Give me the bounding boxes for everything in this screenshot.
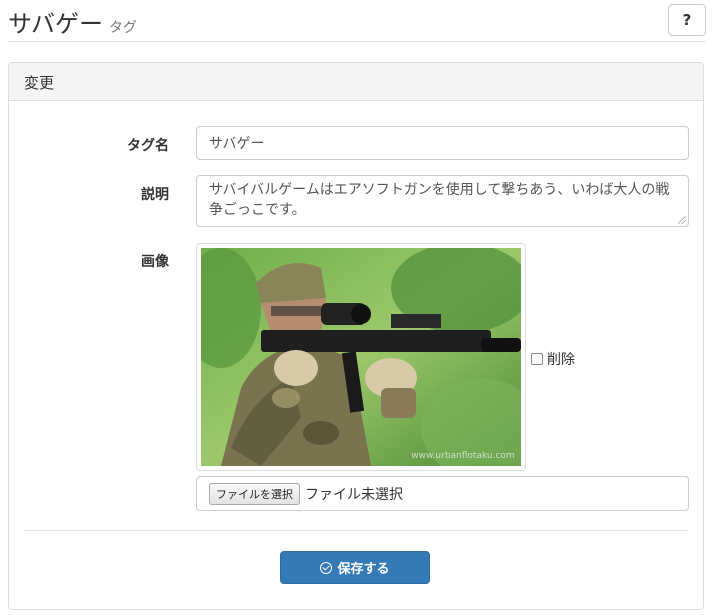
soldier-photo: www.urbanflotaku.com — [201, 248, 521, 466]
page-title: サバゲー タグ — [8, 4, 137, 39]
description-label: 説明 — [141, 187, 169, 203]
save-button[interactable]: 保存する — [280, 551, 430, 584]
delete-option[interactable]: 削除 — [531, 349, 575, 369]
delete-checkbox[interactable] — [531, 353, 543, 365]
page-header: サバゲー タグ ? — [8, 0, 706, 42]
choose-file-button[interactable]: ファイルを選択 — [209, 482, 300, 505]
description-text: サバイバルゲームはエアソフトガンを使用して撃ちあう、いわば大人の戦争ごっこです。 — [209, 182, 670, 218]
check-circle-icon — [320, 561, 333, 574]
resize-grip-icon[interactable] — [678, 216, 686, 224]
image-label: 画像 — [141, 254, 169, 270]
tag-name-input[interactable]: サバゲー — [196, 126, 689, 160]
page-subtitle: タグ — [109, 20, 138, 36]
file-status: ファイル未選択 — [305, 486, 403, 503]
save-label: 保存する — [337, 562, 390, 577]
help-button[interactable]: ? — [668, 4, 706, 36]
panel-heading: 変更 — [9, 63, 703, 101]
page-title-text: サバゲー — [8, 10, 104, 38]
form-divider — [24, 530, 689, 531]
file-input[interactable]: ファイルを選択 ファイル未選択 — [196, 476, 689, 511]
edit-panel: 変更 タグ名 サバゲー 説明 サバイバルゲームはエアソフトガンを使用して撃ちあう… — [8, 62, 704, 610]
photo-watermark: www.urbanflotaku.com — [411, 451, 514, 461]
tag-name-label: タグ名 — [127, 138, 169, 154]
image-thumbnail: www.urbanflotaku.com — [196, 243, 526, 471]
delete-label: 削除 — [547, 352, 575, 368]
description-textarea[interactable]: サバイバルゲームはエアソフトガンを使用して撃ちあう、いわば大人の戦争ごっこです。 — [196, 175, 689, 227]
